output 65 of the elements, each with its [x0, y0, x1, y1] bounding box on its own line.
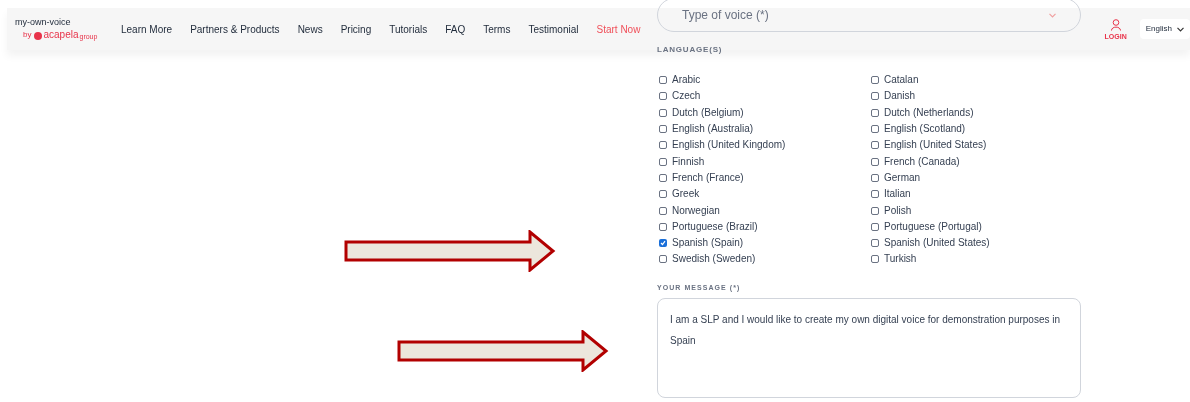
language-option[interactable]: Arabic [672, 75, 701, 86]
checkbox[interactable] [871, 76, 879, 85]
logo-title[interactable]: my-own-voice [15, 18, 105, 27]
language-dropdown[interactable]: English [1139, 19, 1190, 39]
language-option[interactable]: Turkish [884, 254, 917, 265]
language-option[interactable]: English (United States) [884, 140, 987, 151]
checkbox[interactable] [659, 173, 667, 182]
checkbox[interactable] [659, 76, 667, 85]
brand-mark-icon [34, 32, 43, 40]
language-option[interactable]: Spanish (Spain) [672, 238, 744, 249]
checkbox[interactable] [659, 125, 667, 134]
checkbox[interactable] [871, 141, 879, 150]
checkbox[interactable] [871, 222, 879, 231]
logo-by-text: by [23, 31, 32, 39]
checkbox[interactable] [659, 255, 667, 264]
language-option[interactable]: Spanish (United States) [884, 238, 990, 249]
message-field[interactable]: I am a SLP and I would like to create my own digital voice for demonstration purposes in Spain [657, 297, 1081, 398]
checkbox[interactable] [659, 92, 667, 101]
language-option[interactable]: Dutch (Netherlands) [884, 107, 974, 118]
language-option[interactable]: Dutch (Belgium) [672, 107, 744, 118]
nav-link[interactable]: News [297, 21, 323, 37]
checkbox[interactable] [871, 92, 879, 101]
nav-link[interactable]: Terms [483, 21, 511, 37]
nav-link[interactable]: Testimonial [528, 21, 579, 37]
language-option[interactable]: German [884, 172, 921, 183]
language-option[interactable]: Greek [672, 189, 700, 200]
checkbox[interactable] [659, 206, 667, 215]
nav-link[interactable]: Learn More [121, 21, 173, 37]
user-icon [1109, 18, 1122, 31]
language-option[interactable]: Portuguese (Brazil) [672, 221, 758, 232]
checkbox[interactable] [871, 157, 879, 166]
language-option[interactable]: French (Canada) [884, 156, 960, 167]
language-option[interactable]: Italian [884, 189, 911, 200]
nav-link[interactable]: FAQ [445, 21, 466, 37]
language-option[interactable]: English (United Kingdom) [672, 140, 786, 151]
language-option[interactable]: Swedish (Sweden) [672, 254, 756, 265]
checkbox[interactable] [871, 239, 879, 248]
language-option[interactable]: Polish [884, 205, 912, 216]
checkbox[interactable] [659, 108, 667, 117]
checkbox[interactable] [659, 157, 667, 166]
nav-link[interactable]: Pricing [340, 21, 372, 37]
checkbox[interactable] [871, 206, 879, 215]
checkbox[interactable] [871, 255, 879, 264]
checkbox[interactable] [871, 190, 879, 199]
language-option[interactable]: Catalan [884, 75, 919, 86]
languages-label: LANGUAGE(S) [657, 46, 724, 54]
language-option[interactable]: Czech [672, 91, 701, 102]
checkbox[interactable] [659, 190, 667, 199]
checkbox[interactable] [871, 173, 879, 182]
checkbox[interactable] [659, 141, 667, 150]
checkbox[interactable] [659, 222, 667, 231]
checkbox[interactable] [871, 125, 879, 134]
nav-link[interactable]: Partners & Products [190, 21, 280, 37]
checkbox[interactable] [871, 108, 879, 117]
language-option[interactable]: Norwegian [672, 205, 720, 216]
language-option[interactable]: English (Australia) [672, 124, 754, 135]
language-option[interactable]: Portuguese (Portugal) [884, 221, 982, 232]
nav-link[interactable]: Tutorials [389, 21, 428, 37]
chevron-down-icon [1049, 12, 1056, 18]
language-option[interactable]: Finnish [672, 156, 705, 167]
checkbox[interactable] [659, 239, 667, 248]
language-option[interactable]: Danish [884, 91, 916, 102]
language-option[interactable]: English (Scotland) [884, 124, 966, 135]
language-option[interactable]: French (France) [672, 172, 744, 183]
chevron-down-icon [1177, 26, 1184, 32]
